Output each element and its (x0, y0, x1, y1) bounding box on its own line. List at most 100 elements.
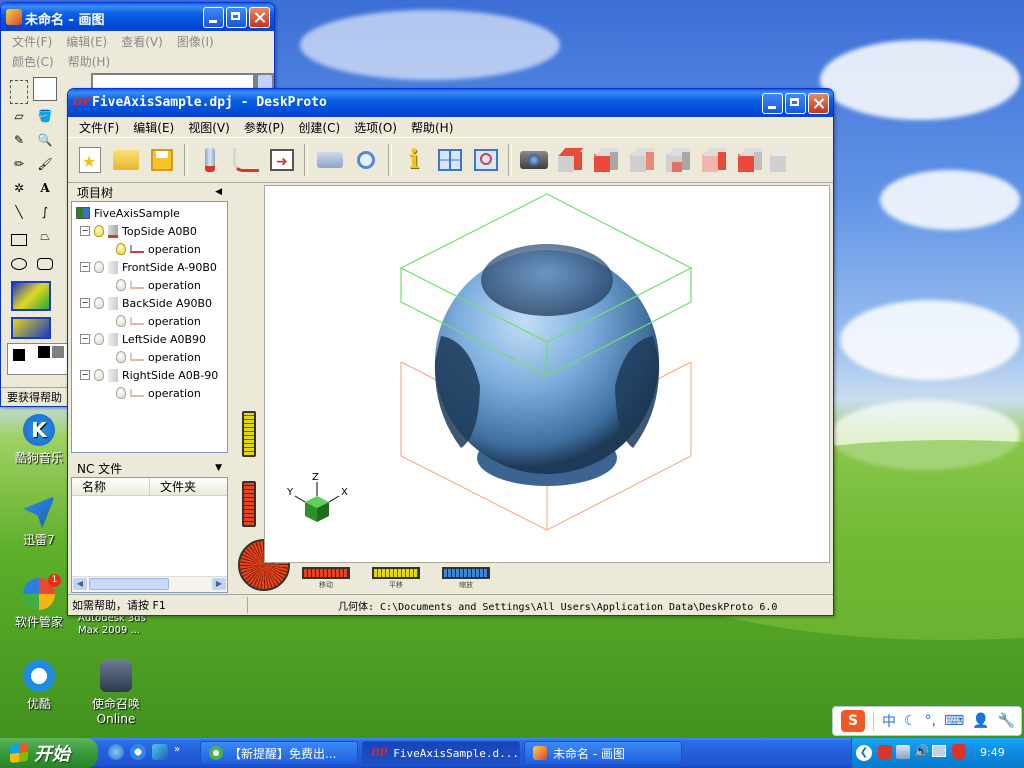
tree-node-rightside[interactable]: − RightSide A0B-90 (80, 367, 218, 383)
vertical-rotate-slider-red[interactable] (242, 481, 256, 527)
cube-bottom-icon[interactable] (770, 144, 790, 176)
magnifier-icon[interactable]: 🔍 (33, 133, 57, 155)
menu-parameters[interactable]: 参数(P) (237, 119, 292, 136)
pan-slider-yellow[interactable] (372, 567, 420, 579)
media-quick-icon[interactable] (152, 744, 168, 760)
cube-top-icon[interactable] (554, 144, 586, 176)
tree-node-leftside[interactable]: − LeftSide A0B90 (80, 331, 206, 347)
task-button-paint[interactable]: 未命名 - 画图 (524, 741, 682, 765)
free-select-icon[interactable] (10, 80, 28, 104)
collapse-toggle[interactable]: − (80, 262, 90, 272)
camera-icon[interactable] (518, 144, 550, 176)
tray-network-icon[interactable] (896, 745, 910, 759)
line-tool-icon[interactable]: ╲ (7, 205, 31, 227)
calculate-icon[interactable] (230, 144, 262, 176)
tray-monitor-icon[interactable] (932, 745, 946, 757)
ime-mode-toggle[interactable]: 中 (882, 711, 896, 731)
open-folder-icon[interactable] (110, 144, 142, 176)
desktop-icon-youku[interactable]: 优酷 (1, 660, 77, 712)
menu-help[interactable]: 帮助(H) (61, 53, 117, 70)
lightbulb-off-icon[interactable] (94, 261, 104, 273)
cube-front-icon[interactable] (590, 144, 622, 176)
lightbulb-off-icon[interactable] (116, 279, 126, 291)
menu-edit[interactable]: 编辑(E) (59, 33, 114, 50)
tray-collapse-icon[interactable]: ❮ (856, 745, 872, 761)
minimize-button[interactable] (203, 7, 224, 28)
fill-icon[interactable]: 🪣 (33, 109, 57, 131)
lightbulb-on-icon[interactable] (116, 243, 126, 255)
ie-icon[interactable] (108, 744, 124, 760)
eraser-icon[interactable]: ▱ (7, 109, 31, 131)
tree-node-operation[interactable]: operation (116, 385, 201, 401)
view-layout-icon[interactable] (434, 144, 466, 176)
horizontal-scrollbar[interactable]: ◀ ▶ (72, 576, 227, 592)
column-header-folder[interactable]: 文件夹 (150, 478, 196, 495)
menu-image[interactable]: 图像(I) (170, 33, 221, 50)
menu-file[interactable]: 文件(F) (72, 119, 126, 136)
paint-canvas[interactable] (93, 75, 253, 89)
fill-style-icon[interactable] (11, 317, 51, 339)
desktop-icon-thunder[interactable]: 迅雷7 (1, 496, 77, 548)
preview-icon[interactable] (350, 144, 382, 176)
scroll-thumb[interactable] (89, 578, 169, 590)
desktop-icon-partial[interactable]: Autodesk 3ds Max 2009 ... (78, 613, 158, 637)
ime-toolbar[interactable]: S 中 ☾ °, ⌨ 👤 🔧 (832, 706, 1022, 736)
tray-shield-icon[interactable] (952, 744, 966, 760)
column-header-name[interactable]: 名称 (72, 478, 150, 495)
save-nc-icon[interactable]: ➜ (266, 144, 298, 176)
maximize-button[interactable] (226, 7, 247, 28)
close-button[interactable] (808, 93, 829, 114)
tree-root[interactable]: FiveAxisSample (76, 205, 180, 221)
cube-left-icon[interactable] (662, 144, 694, 176)
tree-node-operation[interactable]: operation (116, 241, 201, 257)
dropdown-arrow-icon[interactable]: ▼ (215, 463, 222, 473)
lightbulb-on-icon[interactable] (94, 225, 104, 237)
moon-icon[interactable]: ☾ (904, 713, 917, 729)
menu-create[interactable]: 创建(C) (291, 119, 347, 136)
task-button-deskproto[interactable]: DP FiveAxisSample.d... (362, 741, 520, 765)
collapse-toggle[interactable]: − (80, 334, 90, 344)
menu-view[interactable]: 查看(V) (114, 33, 170, 50)
lightbulb-off-icon[interactable] (94, 333, 104, 345)
tree-node-frontside[interactable]: − FrontSide A-90B0 (80, 259, 217, 275)
clock[interactable]: 9:49 (980, 746, 1005, 759)
chevron-right-icon[interactable]: » (174, 744, 180, 760)
menu-view[interactable]: 视图(V) (181, 119, 237, 136)
cube-back-icon[interactable] (626, 144, 658, 176)
tray-volume-icon[interactable]: 🔊 (914, 744, 929, 758)
lightbulb-off-icon[interactable] (116, 387, 126, 399)
zoom-view-icon[interactable] (470, 144, 502, 176)
save-icon[interactable] (146, 144, 178, 176)
collapse-toggle[interactable]: − (80, 298, 90, 308)
rectangle-tool-icon[interactable] (7, 229, 31, 251)
keyboard-icon[interactable]: ⌨ (944, 713, 964, 729)
tree-node-operation[interactable]: operation (116, 349, 201, 365)
sogou-logo-icon[interactable]: S (841, 710, 865, 732)
task-button-browser[interactable]: 【新提醒】免费出... (200, 741, 358, 765)
new-file-icon[interactable]: ★ (74, 144, 106, 176)
scroll-right-arrow-icon[interactable]: ▶ (212, 578, 226, 590)
paint-titlebar[interactable]: 未命名 - 画图 (1, 3, 274, 31)
lightbulb-off-icon[interactable] (94, 369, 104, 381)
cube-iso-icon[interactable] (734, 144, 766, 176)
desktop-icon-cod[interactable]: 使命召唤 Online (78, 660, 154, 726)
desktop-icon-kugou[interactable]: K 酷狗音乐 (1, 414, 77, 466)
collapse-arrow-icon[interactable]: ◀ (215, 187, 222, 197)
toolpath-icon[interactable] (194, 144, 226, 176)
menu-file[interactable]: 文件(F) (5, 33, 59, 50)
menu-colors[interactable]: 颜色(C) (5, 53, 61, 70)
rect-select-icon[interactable] (33, 77, 57, 101)
tree-node-backside[interactable]: − BackSide A90B0 (80, 295, 212, 311)
scrollbar-up-button[interactable] (258, 75, 272, 89)
lightbulb-off-icon[interactable] (116, 315, 126, 327)
cube-right-icon[interactable] (698, 144, 730, 176)
deskproto-window[interactable]: DP FiveAxisSample.dpj - DeskProto 文件(F) … (67, 88, 834, 616)
curve-tool-icon[interactable]: ∫ (33, 205, 57, 227)
color-picker-icon[interactable]: ✎ (7, 133, 31, 155)
menu-options[interactable]: 选项(O) (347, 119, 404, 136)
vertical-rotate-slider-yellow[interactable] (242, 411, 256, 457)
maximize-button[interactable] (785, 93, 806, 114)
minimize-button[interactable] (762, 93, 783, 114)
rounded-rect-tool-icon[interactable] (33, 253, 57, 275)
close-button[interactable] (249, 7, 270, 28)
